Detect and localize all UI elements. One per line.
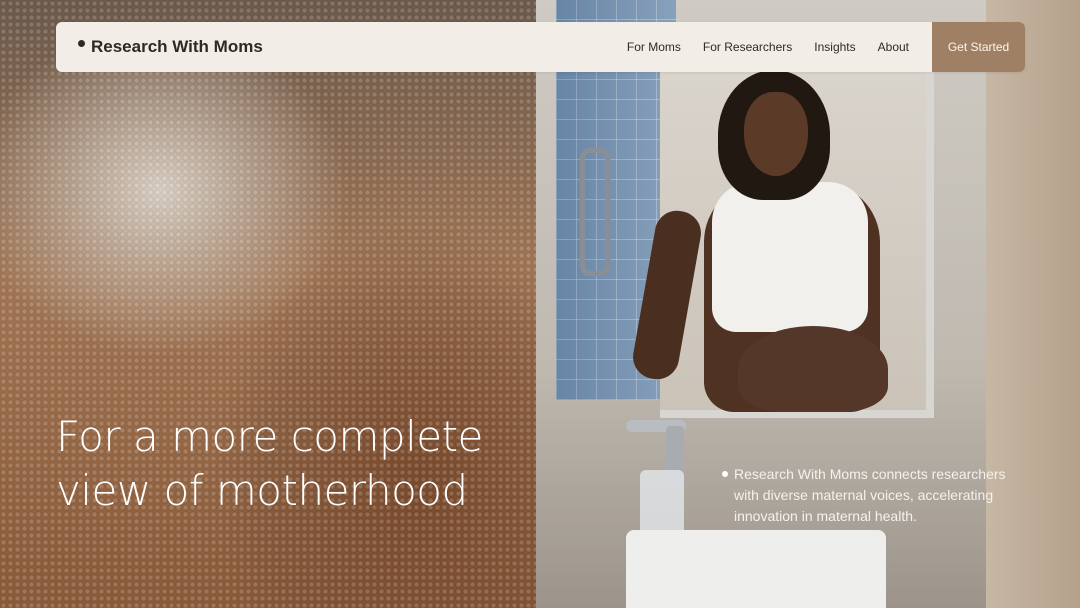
nav-links: For Moms For Researchers Insights About xyxy=(627,22,909,72)
face xyxy=(744,92,808,176)
nav-link-about[interactable]: About xyxy=(878,40,909,54)
bullet-dot-icon xyxy=(722,471,728,477)
nav-link-for-researchers[interactable]: For Researchers xyxy=(703,40,792,54)
hero-section: Research With Moms For Moms For Research… xyxy=(0,0,1080,608)
hero-description: Research With Moms connects researchers … xyxy=(720,464,1020,527)
belly xyxy=(738,326,888,412)
brand-logo[interactable]: Research With Moms xyxy=(78,22,263,72)
nav-link-insights[interactable]: Insights xyxy=(814,40,855,54)
nav-link-for-moms[interactable]: For Moms xyxy=(627,40,681,54)
hero-headline: For a more complete view of motherhood xyxy=(56,412,483,515)
brand-name: Research With Moms xyxy=(91,37,263,56)
brand-dot-icon xyxy=(78,39,85,47)
white-top xyxy=(712,182,868,332)
hero-description-text: Research With Moms connects researchers … xyxy=(734,466,1006,524)
door-handle xyxy=(580,148,610,276)
sink-counter xyxy=(626,530,886,608)
navbar: Research With Moms For Moms For Research… xyxy=(56,22,1025,72)
pregnant-woman-reflection xyxy=(626,70,946,412)
arm xyxy=(629,207,705,383)
get-started-button[interactable]: Get Started xyxy=(932,22,1025,72)
